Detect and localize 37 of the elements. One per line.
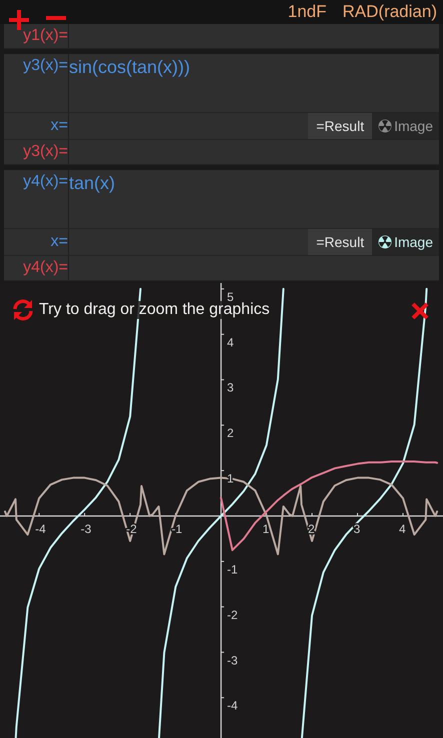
mode-label[interactable]: 1ndF	[288, 2, 327, 22]
refresh-icon[interactable]	[12, 299, 34, 321]
y-tick-label: 4	[227, 335, 234, 350]
x-tick-label: 4	[398, 522, 406, 536]
x-label: x=	[4, 229, 69, 255]
y-tick-label: -1	[227, 562, 238, 576]
y-tick-label: -4	[227, 698, 238, 713]
image-button[interactable]: Image	[372, 229, 439, 255]
image-button[interactable]: Image	[372, 113, 439, 139]
result-label: y3(x)=	[4, 140, 69, 164]
minus-icon[interactable]	[46, 15, 66, 21]
function-input-field[interactable]: y3(x)=sin(cos(tan(x)))	[4, 54, 439, 113]
y-tick-label: -2	[227, 608, 238, 622]
result-label: y1(x)=	[4, 24, 69, 48]
y-tick-label: 3	[227, 380, 234, 395]
hint-text: Try to drag or zoom the graphics	[39, 301, 270, 319]
x-tick-label: 3	[354, 522, 360, 536]
result-label: y4(x)=	[4, 256, 69, 280]
function-expression: tan(x)	[69, 172, 116, 194]
x-label: x=	[4, 113, 69, 139]
y-tick-label: -3	[227, 653, 238, 668]
y-tick-label: 5	[227, 290, 234, 304]
function-expression: sin(cos(tan(x)))	[69, 56, 190, 78]
function-input-field[interactable]: y4(x)=tan(x)	[4, 170, 439, 229]
result-button[interactable]: =Result	[308, 113, 372, 139]
y-tick-label: 2	[227, 426, 234, 440]
radiation-icon	[378, 235, 392, 249]
x-tick-label: -3	[80, 522, 92, 536]
function-label: y3(x)=	[4, 54, 69, 112]
x-tick-label: -1	[172, 522, 182, 536]
x-tick-label: -4	[35, 522, 46, 536]
close-icon[interactable]	[411, 302, 429, 320]
result-button[interactable]: =Result	[308, 229, 372, 255]
angle-mode-label[interactable]: RAD(radian)	[342, 2, 437, 22]
radiation-icon	[378, 119, 392, 133]
x-tick-label: 1	[262, 522, 270, 536]
function-label: y4(x)=	[4, 170, 69, 228]
